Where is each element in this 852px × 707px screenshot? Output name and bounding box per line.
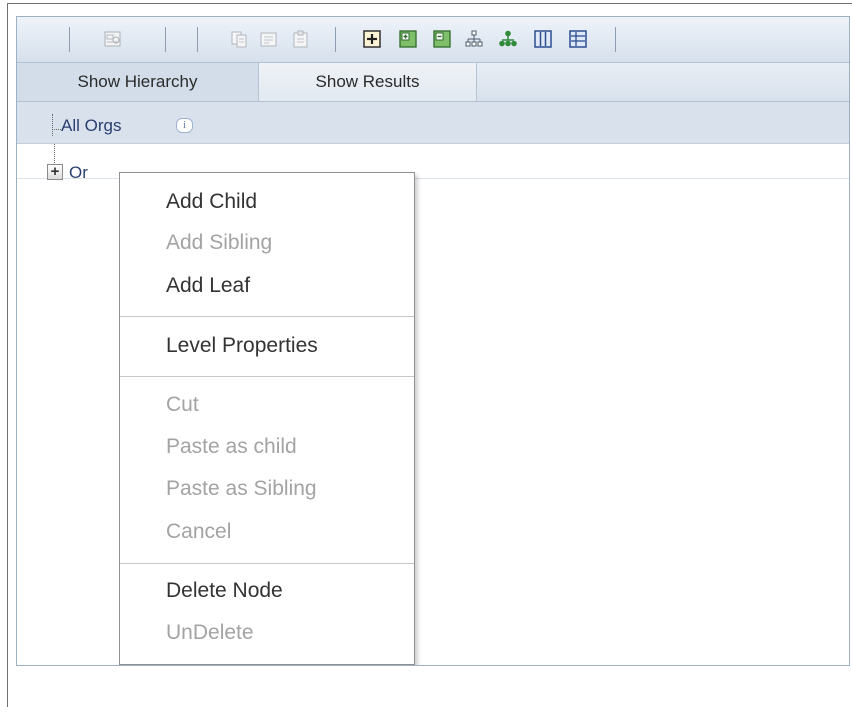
toolbar [17,17,849,63]
columns-icon[interactable] [534,30,552,48]
hierarchy-editor: Show Hierarchy Show Results All Orgs i +… [16,16,850,666]
toolbar-separator [335,27,336,52]
grid-icon[interactable] [569,30,587,48]
toolbar-separator [165,27,166,52]
tree-node-label[interactable]: Or [69,163,88,183]
menu-item-paste-as-child[interactable]: Paste as child [166,435,297,459]
menu-item-level-properties[interactable]: Level Properties [166,334,318,358]
menu-item-cut[interactable]: Cut [166,393,199,417]
view-details-icon[interactable] [104,30,122,48]
window-frame: Show Hierarchy Show Results All Orgs i +… [7,3,852,707]
toolbar-separator [69,27,70,52]
toolbar-separator [615,27,616,52]
menu-separator [120,563,414,564]
root-node-bar: All Orgs i [17,102,849,144]
tree-connector [52,129,61,130]
menu-separator [120,376,414,377]
org-tree-icon[interactable] [499,30,517,48]
toolbar-separator [197,27,198,52]
menu-item-delete-node[interactable]: Delete Node [166,579,283,603]
cut-icon[interactable] [260,30,278,48]
tree-connector [54,144,55,163]
copy-icon[interactable] [230,30,248,48]
hierarchy-icon[interactable] [465,30,483,48]
root-node-label[interactable]: All Orgs [61,116,121,136]
add-child-icon[interactable] [363,30,381,48]
info-icon[interactable]: i [176,118,193,133]
tab-show-results[interactable]: Show Results [259,63,477,101]
paste-icon[interactable] [292,30,310,48]
expand-node-icon[interactable]: + [47,164,63,180]
menu-item-add-child[interactable]: Add Child [166,190,257,214]
menu-item-paste-as-sibling[interactable]: Paste as Sibling [166,477,317,501]
collapse-icon[interactable] [433,30,451,48]
expand-icon[interactable] [399,30,417,48]
menu-item-cancel[interactable]: Cancel [166,520,231,544]
menu-item-undelete[interactable]: UnDelete [166,621,254,645]
tree-connector [52,114,53,136]
menu-item-add-leaf[interactable]: Add Leaf [166,274,250,298]
menu-separator [120,316,414,317]
context-menu: Add Child Add Sibling Add Leaf Level Pro… [119,172,415,665]
menu-item-add-sibling[interactable]: Add Sibling [166,231,272,255]
tab-show-hierarchy[interactable]: Show Hierarchy [17,63,259,101]
tab-bar: Show Hierarchy Show Results [17,63,849,102]
